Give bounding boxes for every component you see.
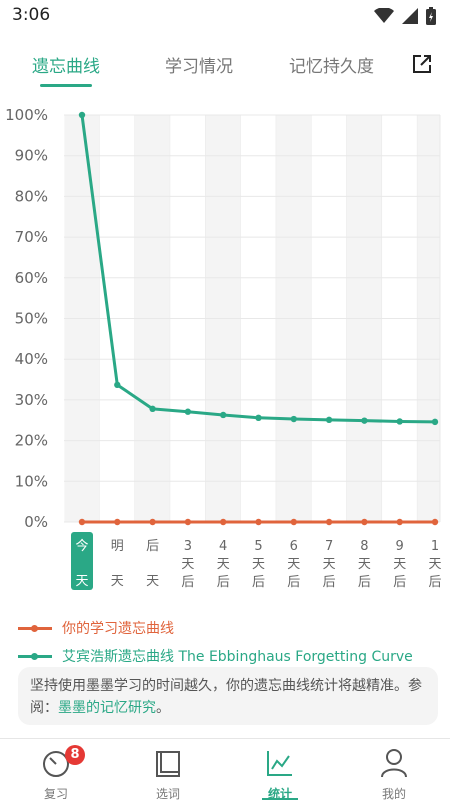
x-tick-label: 天 xyxy=(428,557,441,572)
battery-icon xyxy=(426,7,436,25)
data-point xyxy=(114,381,121,389)
book-icon xyxy=(156,751,180,777)
tab-study-status[interactable]: 学习情况 xyxy=(165,52,233,77)
status-icons xyxy=(374,6,436,26)
data-point xyxy=(184,408,192,415)
legend-item-ebbinghaus: 艾宾浩斯遗忘曲线 The Ebbinghaus Forgetting Curve xyxy=(18,642,438,670)
forgetting-curve-chart: 0%10%20%30%40%50%60%70%80%90%100% 今天明天后天… xyxy=(5,106,442,590)
wifi-icon xyxy=(374,8,394,23)
x-tick-label: 7 xyxy=(325,539,333,554)
x-tick-label: 后 xyxy=(393,575,406,590)
y-tick-label: 30% xyxy=(15,391,48,409)
y-tick-label: 60% xyxy=(15,269,48,287)
x-tick-label: 4 xyxy=(219,539,227,554)
x-tick-label: 天 xyxy=(358,557,371,572)
data-point xyxy=(220,411,227,419)
data-point xyxy=(290,518,297,526)
memory-research-link[interactable]: 墨墨的记忆研究 xyxy=(58,700,156,716)
y-tick-label: 90% xyxy=(15,147,48,165)
signal-icon xyxy=(402,8,418,24)
data-point xyxy=(255,414,262,422)
nav-label-select-words: 选词 xyxy=(155,787,180,800)
x-tick-label: 天 xyxy=(393,557,406,572)
x-tick-label: 后 xyxy=(428,575,441,590)
x-tick-label: 6 xyxy=(290,539,298,554)
x-tick-label: 后 xyxy=(252,575,265,590)
chart-icon xyxy=(267,751,292,776)
data-point xyxy=(361,518,368,526)
x-tick-label: 后 xyxy=(181,575,194,590)
nav-label-review: 复习 xyxy=(43,787,68,800)
x-tick-label: 9 xyxy=(396,539,404,554)
nav-review[interactable]: 8 复习 xyxy=(16,739,96,800)
info-note: 坚持使用墨墨学习的时间越久，你的遗忘曲线统计将越精准。参阅：墨墨的记忆研究。 xyxy=(18,667,438,725)
x-tick-label: 后 xyxy=(217,575,230,590)
y-tick-label: 40% xyxy=(15,350,48,368)
share-icon[interactable] xyxy=(412,54,432,74)
data-point xyxy=(431,518,439,526)
active-tab-indicator xyxy=(40,84,92,87)
x-tick-label: 今 xyxy=(75,538,88,554)
data-point xyxy=(149,518,156,526)
y-tick-label: 20% xyxy=(15,432,48,450)
data-point xyxy=(396,518,403,526)
x-tick-label: 1 xyxy=(431,539,439,554)
data-point xyxy=(255,518,262,526)
note-suffix: 。 xyxy=(156,700,170,716)
status-bar: 3:06 xyxy=(0,0,450,32)
x-tick-label: 8 xyxy=(360,539,368,554)
person-icon xyxy=(381,749,407,778)
legend-item-mine: 你的学习遗忘曲线 xyxy=(18,614,438,642)
data-point xyxy=(114,518,121,526)
data-point xyxy=(396,418,403,425)
data-point xyxy=(431,418,439,426)
x-tick-label: 天 xyxy=(217,557,230,572)
data-point xyxy=(325,416,333,424)
tab-bar: 遗忘曲线 学习情况 记忆持久度 xyxy=(0,44,450,92)
x-tick-label: 天 xyxy=(287,557,300,572)
x-tick-label: 后 xyxy=(287,575,300,590)
legend-swatch-ebbinghaus xyxy=(18,652,52,660)
y-tick-label: 50% xyxy=(15,310,48,328)
data-point xyxy=(325,518,333,526)
x-tick-label: 5 xyxy=(254,539,262,554)
x-tick-label: 后 xyxy=(358,575,371,590)
data-point xyxy=(78,518,86,526)
data-point xyxy=(149,405,156,413)
legend-swatch-mine xyxy=(18,624,52,632)
data-point xyxy=(361,417,368,424)
x-tick-label: 天 xyxy=(75,574,88,589)
x-tick-label: 3 xyxy=(184,539,192,554)
legend-label-ebbinghaus: 艾宾浩斯遗忘曲线 The Ebbinghaus Forgetting Curve xyxy=(62,649,413,665)
nav-label-profile: 我的 xyxy=(381,787,406,800)
tab-memory-durability[interactable]: 记忆持久度 xyxy=(289,52,374,77)
review-badge: 8 xyxy=(65,745,85,765)
data-point xyxy=(184,518,192,526)
tab-forgetting-curve[interactable]: 遗忘曲线 xyxy=(32,52,100,77)
y-tick-label: 80% xyxy=(15,187,48,205)
nav-select-words[interactable]: 选词 xyxy=(128,739,208,800)
x-tick-label: 天 xyxy=(252,557,265,572)
x-tick-label: 天 xyxy=(111,574,124,589)
y-tick-label: 10% xyxy=(15,472,48,490)
nav-profile[interactable]: 我的 xyxy=(354,739,434,800)
data-point xyxy=(220,518,227,526)
bottom-nav: 8 复习 选词 统计 我的 xyxy=(0,738,450,800)
x-tick-label: 天 xyxy=(323,557,336,572)
y-tick-label: 0% xyxy=(24,513,48,531)
x-tick-label: 后 xyxy=(323,575,336,590)
x-tick-label: 后 xyxy=(146,539,159,554)
data-point xyxy=(78,111,86,119)
data-point xyxy=(290,415,297,423)
x-tick-label: 天 xyxy=(181,557,194,572)
x-tick-label: 天 xyxy=(146,574,159,589)
chart-legend: 你的学习遗忘曲线 艾宾浩斯遗忘曲线 The Ebbinghaus Forgett… xyxy=(18,614,438,670)
y-tick-label: 100% xyxy=(5,106,48,124)
y-tick-label: 70% xyxy=(15,228,48,246)
status-time: 3:06 xyxy=(12,5,51,25)
x-tick-label: 明 xyxy=(111,539,124,554)
nav-statistics[interactable]: 统计 xyxy=(240,739,320,800)
legend-label-mine: 你的学习遗忘曲线 xyxy=(62,621,174,637)
